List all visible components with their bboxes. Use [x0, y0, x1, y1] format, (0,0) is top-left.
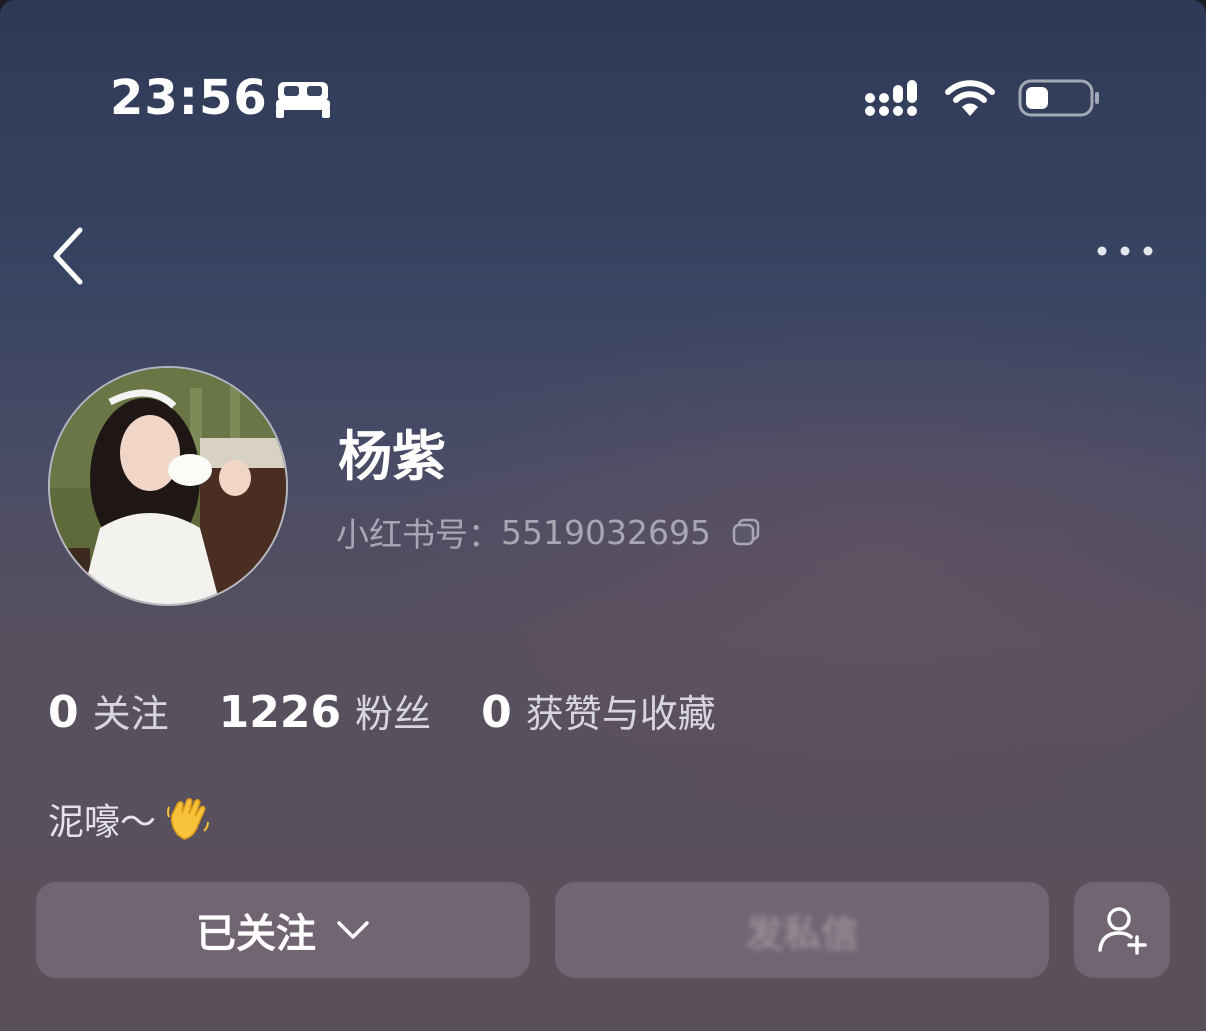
stat-likes[interactable]: 0 获赞与收藏: [481, 683, 716, 738]
stat-followers-value: 1226: [218, 686, 342, 738]
bio-text: 泥嚎～: [48, 802, 157, 843]
stat-following-label: 关注: [92, 691, 169, 736]
stat-likes-label: 获赞与收藏: [525, 691, 716, 736]
stats-row: 0 关注 1226 粉丝 0 获赞与收藏: [48, 680, 766, 740]
battery-icon: [1018, 79, 1099, 117]
profile-screen: 23:56 杨紫 小红书号： 5519032695 0 关注 1226 粉丝 0…: [0, 0, 1206, 1031]
account-id-label: 小红书号：: [336, 515, 501, 554]
following-button[interactable]: 已关注: [36, 882, 530, 978]
stat-following[interactable]: 0 关注: [48, 683, 169, 738]
profile-name: 杨紫: [338, 425, 446, 488]
status-time: 23:56: [110, 70, 268, 126]
add-user-icon: [1098, 907, 1147, 955]
chevron-down-icon: [337, 921, 369, 939]
stat-following-value: 0: [48, 686, 79, 738]
bed-icon: [276, 82, 330, 118]
cellular-signal-icon: [865, 80, 917, 116]
stat-followers[interactable]: 1226 粉丝: [219, 683, 431, 738]
account-id-row: 小红书号： 5519032695: [336, 510, 761, 554]
copy-icon[interactable]: [731, 517, 761, 547]
bio: 泥嚎～: [48, 792, 212, 846]
back-button[interactable]: [48, 224, 90, 288]
wifi-icon: [945, 80, 995, 116]
add-friend-button[interactable]: [1074, 882, 1170, 978]
waving-hand-icon: [167, 797, 210, 840]
following-button-label: 已关注: [196, 911, 316, 957]
more-dots-icon[interactable]: [1092, 236, 1158, 266]
avatar-photo: [50, 368, 286, 604]
message-button[interactable]: 发私信: [555, 882, 1049, 978]
stat-followers-label: 粉丝: [355, 691, 432, 736]
stat-likes-value: 0: [481, 686, 512, 738]
account-id-value: 5519032695: [501, 512, 711, 552]
avatar[interactable]: [48, 366, 288, 606]
message-button-label: 发私信: [744, 911, 859, 956]
